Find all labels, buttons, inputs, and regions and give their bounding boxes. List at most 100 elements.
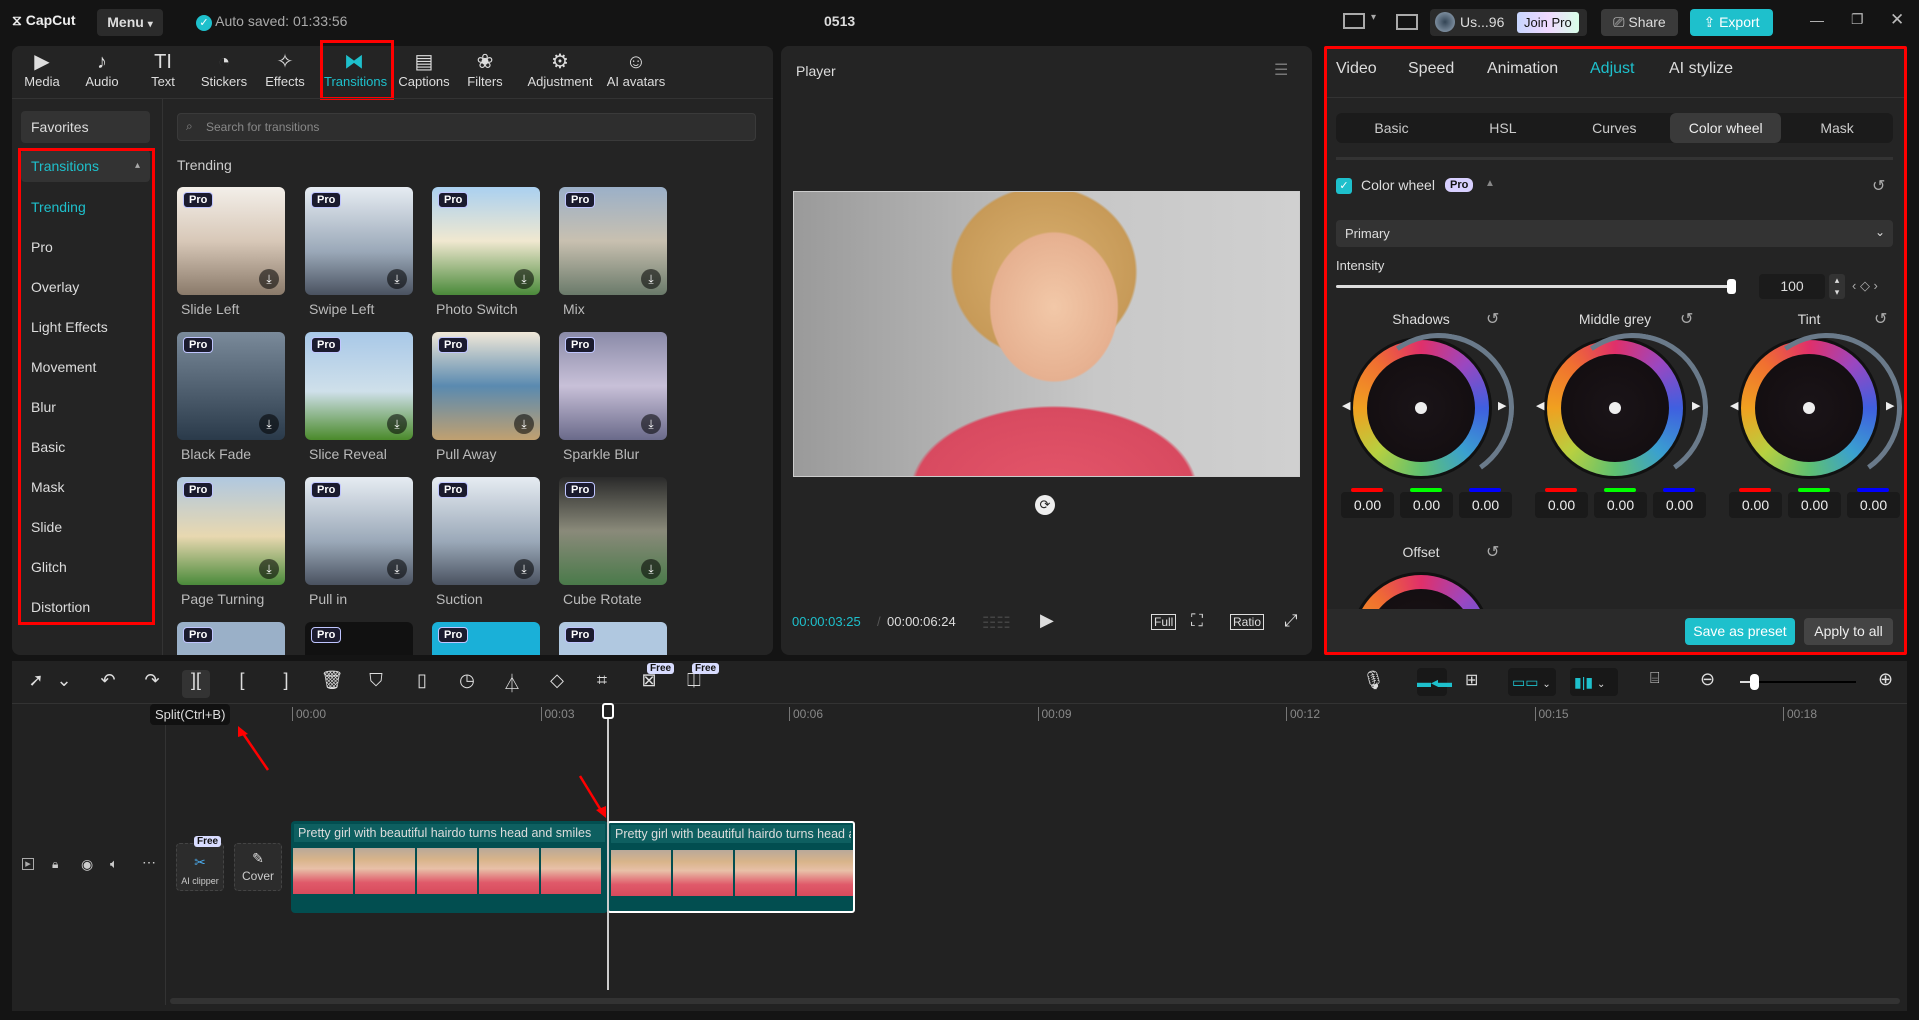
cover-button[interactable]: ✎ Cover	[234, 843, 282, 891]
transition-thumb[interactable]: Pro ⤓	[305, 332, 413, 440]
zoom-in-icon[interactable]: ⊕	[1878, 669, 1893, 690]
slider-thumb[interactable]	[1749, 674, 1759, 690]
play-button[interactable]: ▶	[1040, 610, 1054, 631]
track-preview-icon[interactable]: ▸	[22, 858, 34, 870]
marker-icon[interactable]: ⛉	[362, 670, 390, 691]
tab-adjust[interactable]: Adjust	[1590, 60, 1634, 78]
download-icon[interactable]: ⤓	[259, 269, 279, 289]
chevron-down-icon[interactable]: ▾	[1371, 12, 1376, 23]
transition-thumb[interactable]: Pro ⤓	[559, 477, 667, 585]
save-preset-button[interactable]: Save as preset	[1685, 618, 1795, 645]
auto-snap-icon[interactable]: ⊞	[1465, 670, 1478, 690]
delete-icon[interactable]: 🗑︎	[318, 670, 346, 691]
preview-axis-button[interactable]: ▮|▮ ⌄	[1570, 668, 1618, 696]
slider-thumb[interactable]	[1727, 279, 1736, 294]
download-icon[interactable]: ⤓	[514, 414, 534, 434]
download-icon[interactable]: ⤓	[387, 269, 407, 289]
download-icon[interactable]: ⤓	[641, 414, 661, 434]
stepper-icon[interactable]: ▴ ▾	[1829, 274, 1845, 299]
horizontal-scrollbar[interactable]	[170, 998, 1900, 1004]
split-right-icon[interactable]: ]	[272, 670, 300, 691]
ai-clipper-button[interactable]: ✂ AI clipper	[176, 843, 224, 891]
arrow-right-icon[interactable]: ▶	[1886, 399, 1894, 412]
frames-icon[interactable]: ☷☷	[982, 613, 1011, 633]
channel-g-input[interactable]: 0.00	[1594, 492, 1647, 518]
player-menu-icon[interactable]: ☰	[1274, 60, 1288, 80]
reset-icon[interactable]: ↺	[1486, 542, 1499, 562]
reverse-icon[interactable]: ◷	[453, 670, 481, 691]
color-wheel-offset[interactable]	[1350, 572, 1492, 609]
subtab-color-wheel[interactable]: Color wheel	[1670, 113, 1782, 143]
linkage-button[interactable]: ▭▭ ⌄	[1508, 668, 1556, 696]
download-icon[interactable]: ⤓	[641, 559, 661, 579]
transition-thumb[interactable]: Pro	[177, 622, 285, 655]
share-button[interactable]: ⎚ Share	[1601, 9, 1678, 36]
undo-icon[interactable]: ↶	[94, 670, 122, 691]
transition-thumb[interactable]: Pro	[432, 622, 540, 655]
transition-thumb[interactable]: Pro ⤓	[559, 187, 667, 295]
zoom-fit-timeline-icon[interactable]: ⌸	[1650, 670, 1660, 688]
rotate-icon[interactable]: ◇	[543, 670, 571, 691]
wheel-handle[interactable]	[1803, 402, 1815, 414]
rotate-icon[interactable]: ⟳	[1035, 495, 1055, 515]
audio-icon[interactable]: 🔈︎	[110, 856, 118, 872]
reset-icon[interactable]: ↺	[1680, 309, 1693, 329]
lock-icon[interactable]: 🔒︎	[52, 857, 58, 872]
download-icon[interactable]: ⤓	[514, 559, 534, 579]
account-button[interactable]: Us...96 Join Pro	[1430, 9, 1587, 36]
subtab-curves[interactable]: Curves	[1559, 113, 1670, 143]
toolbar-ai-avatars[interactable]: ☺ AI avatars	[601, 50, 671, 89]
subtab-hsl[interactable]: HSL	[1447, 113, 1558, 143]
download-icon[interactable]: ⤓	[641, 269, 661, 289]
channel-b-input[interactable]: 0.00	[1653, 492, 1706, 518]
transition-thumb[interactable]: Pro ⤓	[305, 187, 413, 295]
transition-thumb[interactable]: Pro ⤓	[432, 477, 540, 585]
playhead-handle[interactable]	[602, 703, 614, 719]
mirror-icon[interactable]: ⏃	[498, 670, 526, 696]
transition-thumb[interactable]: Pro	[559, 622, 667, 655]
menu-button[interactable]: Menu ▾	[97, 9, 163, 36]
reset-icon[interactable]: ↺	[1872, 176, 1885, 196]
channel-r-input[interactable]: 0.00	[1535, 492, 1588, 518]
tab-animation[interactable]: Animation	[1487, 60, 1558, 78]
favorites-category[interactable]: Favorites	[21, 111, 150, 143]
more-icon[interactable]: ⋯	[142, 854, 156, 871]
transition-thumb[interactable]: Pro ⤓	[177, 332, 285, 440]
video-clip[interactable]: Pretty girl with beautiful hairdo turns …	[291, 821, 608, 913]
download-icon[interactable]: ⤓	[259, 414, 279, 434]
microphone-icon[interactable]: 🎙	[1362, 670, 1385, 691]
transition-thumb[interactable]: Pro ⤓	[559, 332, 667, 440]
project-title[interactable]: 0513	[824, 13, 855, 29]
shortcuts-icon[interactable]	[1396, 14, 1418, 30]
zoom-fit-icon[interactable]: ⛶	[1191, 611, 1203, 631]
toolbar-stickers[interactable]: ◔ Stickers	[194, 50, 254, 89]
video-clip-selected[interactable]: Pretty girl with beautiful hairdo turns …	[607, 821, 855, 913]
tab-video[interactable]: Video	[1336, 60, 1377, 78]
transition-thumb[interactable]: Pro ⤓	[432, 332, 540, 440]
toolbar-media[interactable]: ▶ Media	[12, 50, 72, 89]
intensity-input[interactable]: 100	[1759, 274, 1825, 299]
collapse-icon[interactable]: ▲	[1485, 178, 1495, 189]
wheel-handle[interactable]	[1415, 402, 1427, 414]
mode-select[interactable]: Primary ⌄	[1336, 220, 1893, 247]
arrow-right-icon[interactable]: ▶	[1498, 399, 1506, 412]
reset-icon[interactable]: ↺	[1486, 309, 1499, 329]
reset-icon[interactable]: ↺	[1874, 309, 1887, 329]
magnet-link-button[interactable]: ▬◂▬	[1417, 668, 1452, 696]
transition-thumb[interactable]: Pro ⤓	[177, 477, 285, 585]
split-left-icon[interactable]: [	[228, 670, 256, 691]
tab-speed[interactable]: Speed	[1408, 60, 1454, 78]
download-icon[interactable]: ⤓	[387, 559, 407, 579]
keyframe-icon[interactable]: ‹ ◇ ›	[1852, 278, 1878, 294]
zoom-slider[interactable]	[1740, 674, 1856, 690]
channel-r-input[interactable]: 0.00	[1729, 492, 1782, 518]
freeze-icon[interactable]: ▯	[408, 670, 436, 691]
arrow-left-icon[interactable]: ◀	[1342, 399, 1350, 412]
color-wheel-checkbox[interactable]: ✓	[1336, 178, 1352, 194]
download-icon[interactable]: ⤓	[387, 414, 407, 434]
redo-icon[interactable]: ↷	[138, 670, 166, 691]
subtab-mask[interactable]: Mask	[1782, 113, 1893, 143]
toolbar-audio[interactable]: ♪ Audio	[72, 50, 132, 89]
full-button[interactable]: Full	[1151, 614, 1177, 630]
download-icon[interactable]: ⤓	[514, 269, 534, 289]
